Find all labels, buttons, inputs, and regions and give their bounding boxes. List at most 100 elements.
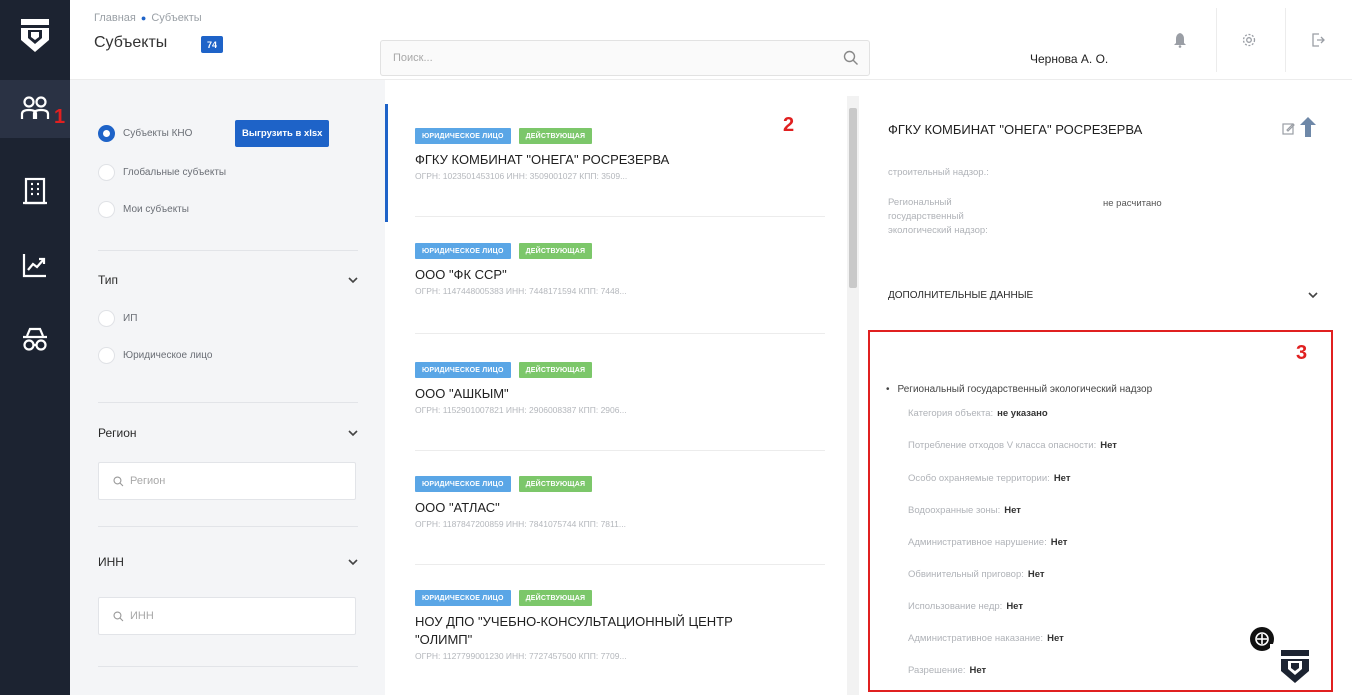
top-header: Главная ● Субъекты Субъекты 74 Чернова А. … [70,0,1352,80]
notifications-button[interactable] [1148,0,1212,80]
radio-my-subjects[interactable]: Мои субъекты [98,201,189,218]
radio-type-ip[interactable]: ИП [98,310,137,327]
additional-data-header[interactable]: ДОПОЛНИТЕЛЬНЫЕ ДАННЫЕ [888,290,1318,301]
nav-item-inspectors[interactable] [0,310,70,368]
detail-field: Обвинительный приговор: Нет [908,569,1045,580]
edit-button[interactable] [1282,122,1295,140]
list-divider [415,333,825,334]
radio-button[interactable] [98,164,115,181]
search-input[interactable] [393,41,833,75]
assistant-logo-button[interactable] [1270,644,1320,690]
subject-name: ООО "ФК ССР" [415,267,507,282]
list-item[interactable]: ЮРИДИЧЕСКОЕ ЛИЦО ДЕЙСТВУЮЩАЯ ООО "ФК ССР"… [415,243,825,296]
field-value: не указано [997,408,1048,419]
breadcrumb-home-link[interactable]: Главная [94,12,136,24]
radio-label: Глобальные субъекты [123,167,227,178]
detail-field: Разрешение: Нет [908,665,986,676]
status-tag: ДЕЙСТВУЮЩАЯ [518,362,593,378]
subject-meta: ОГРН: 1147448005383 ИНН: 7448171594 КПП:… [415,286,627,296]
detail-value: не расчитано [1103,198,1162,209]
upload-button[interactable] [1299,116,1317,143]
filter-divider [98,526,358,527]
shield-logo-icon [1281,650,1309,683]
users-icon [20,96,50,119]
field-label: Разрешение: [908,665,966,676]
region-placeholder: Регион [130,475,166,487]
radio-button[interactable] [98,347,115,364]
radio-button[interactable] [98,310,115,327]
list-item[interactable]: ЮРИДИЧЕСКОЕ ЛИЦО ДЕЙСТВУЮЩАЯ ООО "АТЛАС" … [415,476,825,529]
annotation-marker-3: 3 [1296,342,1308,364]
filter-type-header[interactable]: Тип [98,273,358,287]
building-icon [23,177,47,205]
list-item[interactable]: ЮРИДИЧЕСКОЕ ЛИЦО ДЕЙСТВУЮЩАЯ ООО "АШКЫМ" … [415,362,825,415]
inn-search-field[interactable]: ИНН [98,597,356,635]
list-scrollbar[interactable] [847,96,859,695]
side-nav: 1 [0,0,70,695]
field-value: Нет [1050,537,1068,548]
detail-field: Водоохранные зоны: Нет [908,505,1021,516]
chevron-down-icon [348,558,358,565]
user-name[interactable]: Чернова А. О. [1030,52,1108,66]
subject-name: ФГКУ КОМБИНАТ "ОНЕГА" РОСРЕЗЕРВА [415,152,670,167]
subject-name: ООО "АТЛАС" [415,500,500,515]
status-tag: ДЕЙСТВУЮЩАЯ [518,476,593,492]
nav-item-subjects[interactable]: 1 [0,80,70,138]
app-logo[interactable] [0,0,70,72]
field-value: Нет [1006,601,1023,612]
edit-icon [1282,123,1295,135]
region-search-field[interactable]: Регион [98,462,356,500]
status-tag: ДЕЙСТВУЮЩАЯ [518,128,593,144]
filter-inn-header[interactable]: ИНН [98,555,358,569]
entity-type-tag: ЮРИДИЧЕСКОЕ ЛИЦО [415,243,511,259]
list-item[interactable]: ЮРИДИЧЕСКОЕ ЛИЦО ДЕЙСТВУЮЩАЯ НОУ ДПО "УЧЕ… [415,590,825,661]
detail-field: Особо охраняемые территории: Нет [908,473,1070,484]
detail-field: Использование недр: Нет [908,601,1023,612]
detail-title: ФГКУ КОМБИНАТ "ОНЕГА" РОСРЕЗЕРВА [888,122,1143,137]
chevron-down-icon [348,276,358,283]
filter-type-title: Тип [98,273,119,287]
chart-icon [22,254,46,278]
logout-button[interactable] [1286,0,1350,80]
subject-meta: ОГРН: 1187847200859 ИНН: 7841075744 КПП:… [415,519,626,529]
field-label: Обвинительный приговор: [908,569,1024,580]
detail-label: строительный надзор.: [888,167,989,178]
list-divider [415,450,825,451]
nav-item-organizations[interactable] [0,162,70,220]
annotation-marker-1: 1 [54,106,66,128]
detail-field: Административное нарушение: Нет [908,537,1067,548]
field-label: Потребление отходов V класса опасности: [908,440,1097,451]
radio-subjects-kno[interactable]: Субъекты КНО [98,125,192,142]
inn-placeholder: ИНН [130,610,154,622]
gear-icon [1242,33,1256,47]
field-value: Нет [1004,505,1021,516]
field-label: Категория объекта: [908,408,994,419]
radio-global-subjects[interactable]: Глобальные субъекты [98,164,226,181]
settings-button[interactable] [1217,0,1281,80]
scrollbar-thumb[interactable] [849,108,857,288]
arrow-up-icon [1300,117,1316,137]
subject-name: ООО "АШКЫМ" [415,386,509,401]
radio-button-checked[interactable] [98,125,115,142]
shield-logo-icon [21,19,49,52]
breadcrumb: Главная ● Субъекты [94,12,202,24]
filter-inn-title: ИНН [98,555,124,569]
radio-type-legal-entity[interactable]: Юридическое лицо [98,347,212,364]
search-box [380,40,870,76]
breadcrumb-separator: ● [140,13,147,23]
detail-label: Региональный государственный экологическ… [888,197,988,236]
search-icon[interactable] [843,50,859,71]
app: 1 Главная ● Субъекты Субъекты 74 Поиск..… [0,0,1352,695]
chevron-down-icon [1308,292,1318,299]
filter-region-header[interactable]: Регион [98,426,358,440]
export-xlsx-button[interactable]: Выгрузить в xlsx [235,120,330,147]
radio-button[interactable] [98,201,115,218]
nav-item-analytics[interactable] [0,236,70,294]
list-item[interactable]: ЮРИДИЧЕСКОЕ ЛИЦО ДЕЙСТВУЮЩАЯ ФГКУ КОМБИНА… [415,128,825,181]
page-title: Субъекты [94,34,168,51]
subjects-count-badge: 74 [201,36,223,53]
field-label: Административное наказание: [908,633,1044,644]
block-title: Региональный государственный экологическ… [886,384,1153,395]
field-value: Нет [1047,633,1064,644]
entity-type-tag: ЮРИДИЧЕСКОЕ ЛИЦО [415,590,511,606]
